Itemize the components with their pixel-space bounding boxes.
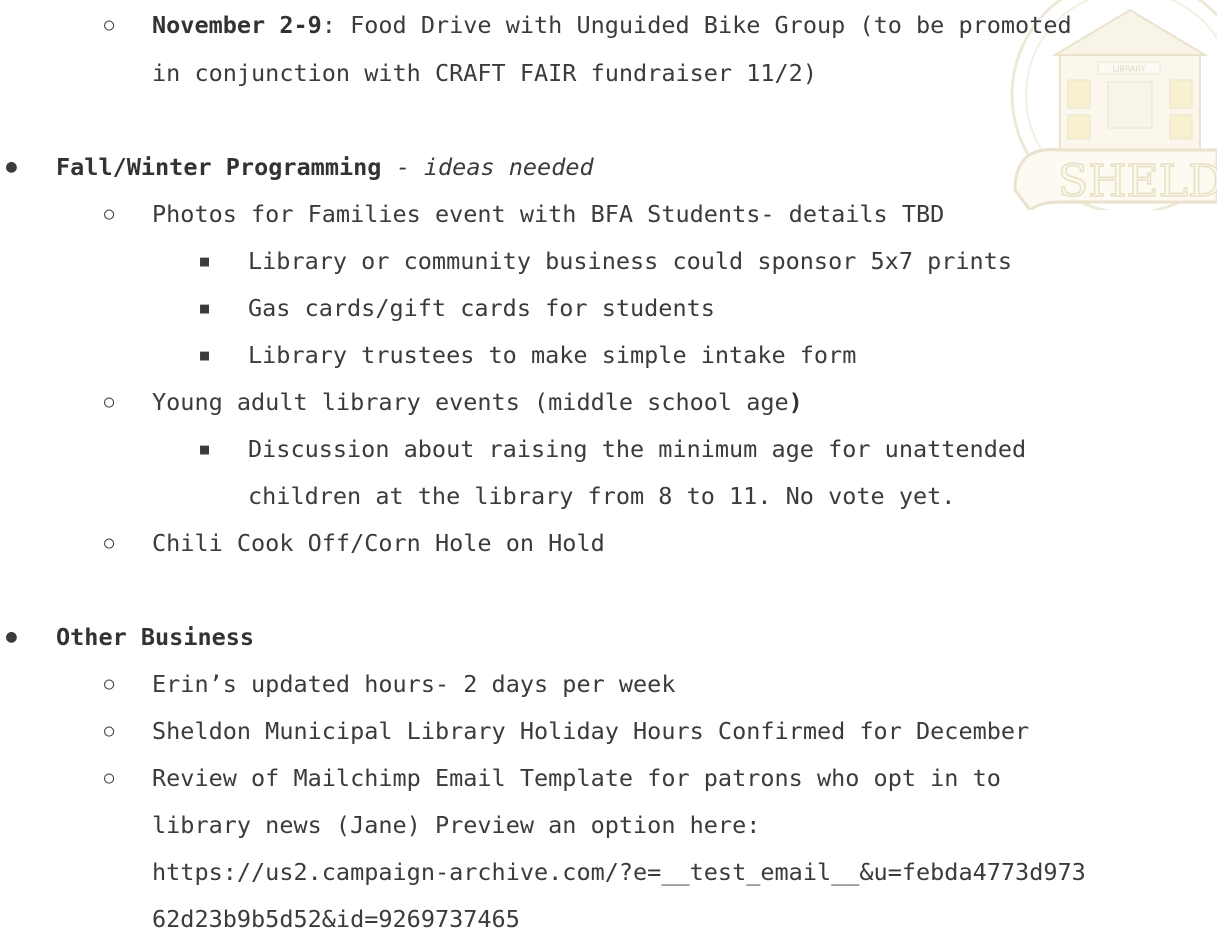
list-item-november: November 2-9: Food Drive with Unguided B…	[152, 9, 1072, 41]
sub-item: Gas cards/gift cards for students	[248, 294, 715, 322]
square-bullet: ■	[200, 252, 210, 270]
event-text-line2: in conjunction with CRAFT FAIR fundraise…	[152, 59, 817, 87]
list-item-photos: Photos for Families event with BFA Stude…	[152, 200, 945, 228]
list-item-mailchimp: Review of Mailchimp Email Template for p…	[152, 764, 1001, 792]
circle-bullet: ○	[104, 721, 115, 741]
section-heading-other: Other Business	[56, 623, 255, 651]
circle-bullet: ○	[104, 768, 115, 788]
sub-item: Library trustees to make simple intake f…	[248, 341, 857, 369]
circle-bullet: ○	[104, 392, 115, 412]
sub-item: Library or community business could spon…	[248, 247, 1013, 275]
event-date: November 2-9	[152, 11, 322, 39]
list-item-chili: Chili Cook Off/Corn Hole on Hold	[152, 529, 605, 557]
list-item-young-adult: Young adult library events (middle schoo…	[152, 386, 803, 418]
square-bullet: ■	[200, 440, 210, 458]
section-note: ideas needed	[423, 153, 594, 181]
sub-item-line1: Discussion about raising the minimum age…	[248, 435, 1027, 463]
circle-bullet: ○	[104, 533, 115, 553]
mailchimp-line2: library news (Jane) Preview an option he…	[152, 811, 761, 839]
square-bullet: ■	[200, 299, 210, 317]
sub-item-line2: children at the library from 8 to 11. No…	[248, 482, 956, 510]
preview-link-part1[interactable]: https://us2.campaign-archive.com/?e=__te…	[152, 856, 1086, 888]
disc-bullet: ●	[6, 626, 17, 647]
list-item: Sheldon Municipal Library Holiday Hours …	[152, 717, 1030, 745]
event-text-line1: Food Drive with Unguided Bike Group (to …	[335, 11, 1072, 39]
svg-text:LIBRARY: LIBRARY	[1113, 65, 1146, 74]
closing-paren: )	[788, 388, 803, 416]
svg-text:SHELDON: SHELDON	[1058, 156, 1217, 207]
list-item: Erin’s updated hours- 2 days per week	[152, 670, 676, 698]
preview-link-part2[interactable]: 62d23b9b5d52&id=9269737465	[152, 903, 520, 935]
section-title: Fall/Winter Programming	[56, 153, 382, 181]
square-bullet: ■	[200, 346, 210, 364]
disc-bullet: ●	[6, 156, 17, 177]
circle-bullet: ○	[104, 674, 115, 694]
dash: -	[381, 153, 424, 181]
section-heading-fall: Fall/Winter Programming - ideas needed	[56, 151, 594, 183]
colon: :	[321, 11, 336, 39]
circle-bullet: ○	[104, 204, 115, 224]
young-adult-text: Young adult library events (middle schoo…	[152, 388, 789, 416]
circle-bullet: ○	[104, 15, 115, 35]
